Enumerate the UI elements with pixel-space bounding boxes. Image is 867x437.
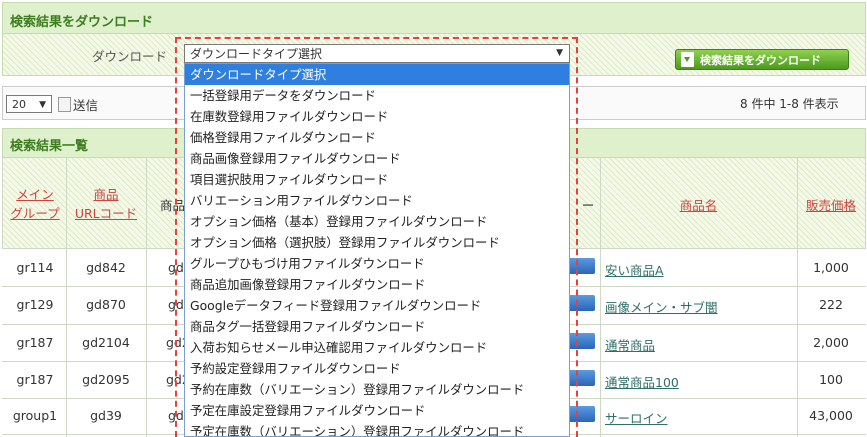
option-4[interactable]: 商品画像登録用ファイルダウンロード <box>185 148 569 169</box>
row-product-name[interactable]: サーロイン <box>605 408 668 427</box>
option-17[interactable]: 予定在庫数（バリエーション）登録用ファイルダウンロード <box>185 421 569 436</box>
option-1[interactable]: 一括登録用データをダウンロード <box>185 85 569 106</box>
results-section-title: 検索結果一覧 <box>10 139 89 154</box>
option-10[interactable]: 商品追加画像登録用ファイルダウンロード <box>185 274 569 295</box>
download-type-select[interactable]: ダウンロードタイプ選択 ▼ <box>184 44 570 63</box>
send-button[interactable]: 送信 <box>58 95 98 113</box>
option-13[interactable]: 入荷お知らせメール申込確認用ファイルダウンロード <box>185 337 569 358</box>
row-group: gr114 <box>16 260 54 275</box>
option-5[interactable]: 項目選択肢用ファイルダウンロード <box>185 169 569 190</box>
option-2[interactable]: 在庫数登録用ファイルダウンロード <box>185 106 569 127</box>
row-group: gr187 <box>16 372 54 387</box>
download-results-button[interactable]: 検索結果をダウンロード <box>675 49 849 70</box>
header-product-url-code[interactable]: 商品 URLコード <box>66 185 146 223</box>
download-section-title: 検索結果をダウンロード <box>10 15 154 30</box>
download-results-button-label: 検索結果をダウンロード <box>700 53 821 67</box>
download-type-select-value: ダウンロードタイプ選択 <box>190 47 323 61</box>
option-8[interactable]: オプション価格（選択肢）登録用ファイルダウンロード <box>185 232 569 253</box>
download-section-header: 検索結果をダウンロード <box>2 2 866 34</box>
row-code: gd2095 <box>82 372 130 387</box>
option-14[interactable]: 予約設定登録用ファイルダウンロード <box>185 358 569 379</box>
row-price: 100 <box>819 372 843 387</box>
per-page-value: 20 <box>12 97 26 111</box>
per-page-select[interactable]: 20 ▼ <box>6 95 52 113</box>
row-code: gd39 <box>90 408 122 423</box>
send-button-label: 送信 <box>73 97 99 113</box>
row-code: gd2104 <box>82 335 130 350</box>
option-16[interactable]: 予定在庫設定登録用ファイルダウンロード <box>185 400 569 421</box>
row-group: gr129 <box>16 297 54 312</box>
option-0[interactable]: ダウンロードタイプ選択 <box>185 64 569 85</box>
row-product-name[interactable]: 通常商品100 <box>605 372 679 391</box>
option-12[interactable]: 商品タグ一括登録用ファイルダウンロード <box>185 316 569 337</box>
option-6[interactable]: バリエーション用ファイルダウンロード <box>185 190 569 211</box>
row-price: 2,000 <box>813 335 849 350</box>
header-product-name[interactable]: 商品名 <box>600 195 797 214</box>
row-group: gr187 <box>16 335 54 350</box>
option-9[interactable]: グループひもづけ用ファイルダウンロード <box>185 253 569 274</box>
row-code: gd842 <box>86 260 126 275</box>
broken-image-icon <box>58 96 71 112</box>
option-7[interactable]: オプション価格（基本）登録用ファイルダウンロード <box>185 211 569 232</box>
row-product-name[interactable]: 画像メイン・サブ闇 <box>605 297 718 316</box>
chevron-down-icon: ▼ <box>39 100 46 110</box>
row-price: 43,000 <box>809 408 853 423</box>
row-price: 222 <box>819 297 843 312</box>
download-label: ダウンロード <box>92 49 168 64</box>
row-price: 1,000 <box>813 260 849 275</box>
option-11[interactable]: Googleデータフィード登録用ファイルダウンロード <box>185 295 569 316</box>
row-product-name[interactable]: 通常商品 <box>605 335 655 354</box>
result-count: 8 件中 1-8 件表示 <box>740 97 839 111</box>
header-sale-price[interactable]: 販売価格 <box>797 195 865 214</box>
option-15[interactable]: 予約在庫数（バリエーション）登録用ファイルダウンロード <box>185 379 569 400</box>
download-icon <box>681 52 694 67</box>
row-product-name[interactable]: 安い商品A <box>605 260 664 279</box>
row-group: group1 <box>12 408 58 423</box>
row-code: gd870 <box>86 297 126 312</box>
chevron-down-icon: ▼ <box>556 48 563 58</box>
option-3[interactable]: 価格登録用ファイルダウンロード <box>185 127 569 148</box>
header-hidden-tail: ー <box>581 198 595 213</box>
header-main-group[interactable]: メイン グループ <box>4 185 66 223</box>
download-type-options: ダウンロードタイプ選択 一括登録用データをダウンロード 在庫数登録用ファイルダウ… <box>184 63 570 437</box>
